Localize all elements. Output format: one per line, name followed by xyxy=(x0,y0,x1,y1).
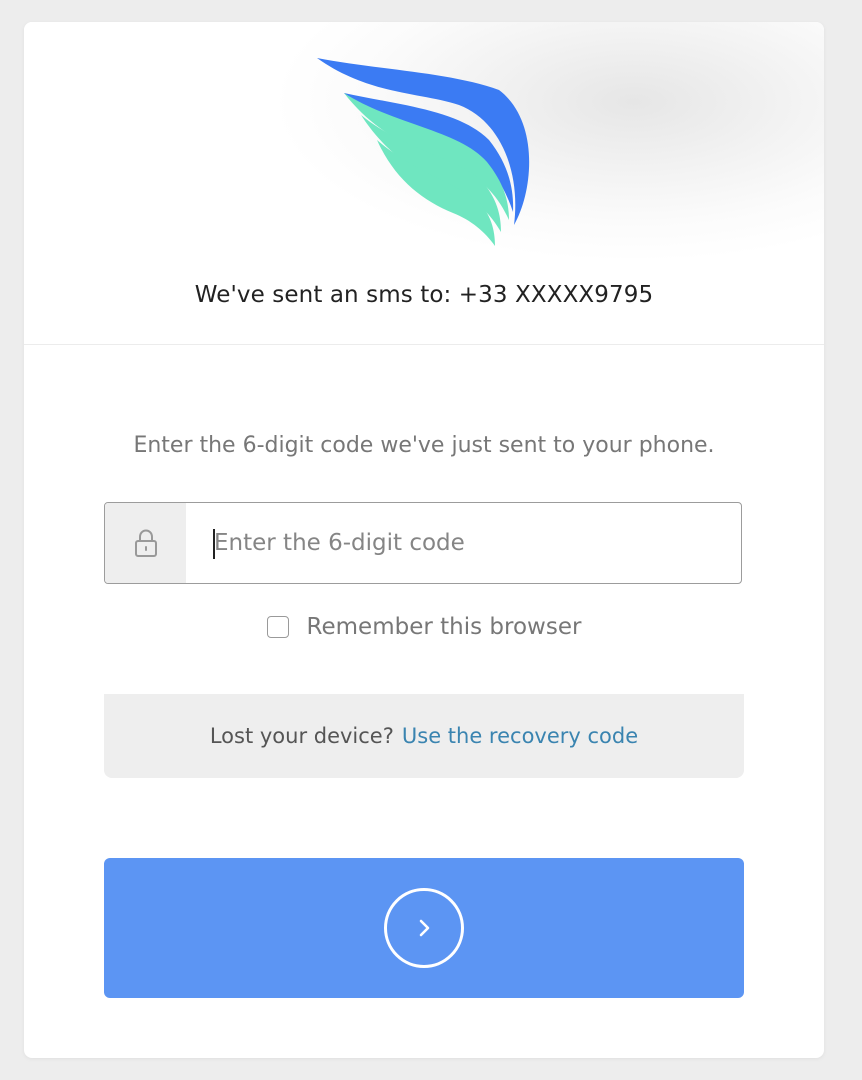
mfa-card: We've sent an sms to: +33 XXXXX9795 Ente… xyxy=(24,22,824,1058)
chevron-right-icon xyxy=(419,919,430,937)
code-input-group xyxy=(104,502,742,584)
lock-icon xyxy=(134,529,157,557)
recovery-question: Lost your device? xyxy=(209,724,394,748)
text-caret xyxy=(213,529,215,559)
card-header: We've sent an sms to: +33 XXXXX9795 xyxy=(24,22,824,345)
recovery-box: Lost your device? Use the recovery code xyxy=(104,694,744,778)
remember-browser-checkbox[interactable] xyxy=(266,616,289,638)
sms-sent-message: We've sent an sms to: +33 XXXXX9795 xyxy=(194,282,654,308)
submit-circle xyxy=(384,888,464,968)
company-logo xyxy=(317,58,530,246)
lock-addon xyxy=(105,503,186,583)
code-input[interactable] xyxy=(186,503,741,583)
submit-button[interactable] xyxy=(104,858,744,998)
recovery-code-link[interactable]: Use the recovery code xyxy=(402,724,638,748)
code-instruction: Enter the 6-digit code we've just sent t… xyxy=(133,433,715,458)
remember-browser-label[interactable]: Remember this browser xyxy=(307,614,582,640)
remember-browser-row[interactable]: Remember this browser xyxy=(24,614,824,640)
